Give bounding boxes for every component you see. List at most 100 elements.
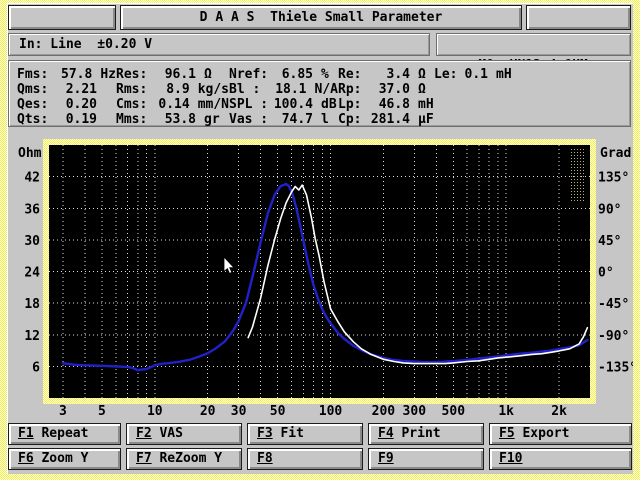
param-value: 0.1 <box>462 67 488 82</box>
param-label: Cms: <box>116 97 149 112</box>
parameter-cell: Fms:57.8Hz <box>17 67 116 82</box>
parameter-cell: Rms:8.9kg/s <box>116 82 229 97</box>
param-label: Cp: <box>338 112 366 127</box>
param-value: 37.0 <box>366 82 410 97</box>
esc-button[interactable]: ESCEnd <box>8 5 116 30</box>
parameter-cell <box>434 82 630 97</box>
fkey-action-label: Repeat <box>34 426 89 441</box>
parameter-cell: Re:3.4Ω <box>338 67 434 82</box>
y-left-axis-title: Ohm <box>18 146 42 161</box>
param-value: 2.21 <box>53 82 97 97</box>
fkey-button-F9[interactable]: F9 <box>368 448 484 470</box>
parameter-row: Qms:2.21Rms:8.9kg/sBl :18.1N/ARp:37.0Ω <box>9 82 630 97</box>
parameter-cell: Res:96.1Ω <box>116 67 229 82</box>
param-value: 74.7 <box>271 112 313 127</box>
fkey-key-label: F4 <box>378 426 394 441</box>
main-panel: ESCEnd D A A S Thiele Small Parameter In… <box>7 3 633 474</box>
fkey-button-F4[interactable]: F4 Print <box>368 423 484 445</box>
y-left-tick-label: 12 <box>24 329 40 344</box>
fkey-button-F8[interactable]: F8 <box>247 448 363 470</box>
fkey-key-label: F7 <box>136 451 152 466</box>
parameter-table: Fms:57.8HzRes:96.1ΩNref:6.85%Re:3.4ΩLe:0… <box>8 60 631 127</box>
fkey-action-label: Zoom Y <box>34 451 89 466</box>
fkey-action-label: VAS <box>152 426 183 441</box>
parameter-cell: Bl :18.1N/A <box>229 82 338 97</box>
param-value: 8.9 <box>149 82 190 97</box>
param-label: Qts: <box>17 112 53 127</box>
x-tick-label: 3 <box>59 404 67 419</box>
fkey-button-F7[interactable]: F7 ReZoom Y <box>126 448 242 470</box>
param-label: SPL : <box>229 97 271 112</box>
model-selector[interactable]: MO: UN12 4 OHM <box>436 33 631 56</box>
x-tick-label: 20 <box>200 404 216 419</box>
parameter-cell: Qts:0.19 <box>17 112 116 127</box>
y-right-tick-label: 0° <box>598 266 614 281</box>
x-tick-label: 500 <box>442 404 466 419</box>
y-left-tick-label: 6 <box>32 360 40 375</box>
fkey-button-F6[interactable]: F6 Zoom Y <box>8 448 121 470</box>
x-tick-label: 200 <box>372 404 396 419</box>
param-value: 96.1 <box>152 67 196 82</box>
param-unit: µF <box>418 112 434 127</box>
param-value: 57.8 <box>51 67 92 82</box>
fkey-key-label: F3 <box>257 426 273 441</box>
fkey-key-label: F1 <box>18 426 34 441</box>
param-label: Qes: <box>17 97 53 112</box>
y-right-tick-label: 135° <box>598 171 629 186</box>
y-left-tick-label: 24 <box>24 266 40 281</box>
window-title: D A A S Thiele Small Parameter <box>120 5 522 30</box>
fkey-action-label: Export <box>515 426 570 441</box>
parameter-cell: Cp:281.4 µF <box>338 112 434 127</box>
input-level-status: In: Line ±0.20 V <box>8 33 430 56</box>
param-label: Le: <box>434 67 462 82</box>
x-tick-label: 10 <box>147 404 163 419</box>
param-value: 6.85 <box>271 67 313 82</box>
parameter-cell <box>434 112 630 127</box>
fkey-key-label: F2 <box>136 426 152 441</box>
param-value: 100.4 <box>271 97 313 112</box>
plot-watermark <box>571 148 586 202</box>
parameter-cell: Lp:46.8 mH <box>338 97 434 112</box>
param-unit: l <box>321 112 329 127</box>
fkey-action-label: Print <box>394 426 441 441</box>
y-right-axis-title: Grad <box>600 146 631 161</box>
param-value: 0.19 <box>53 112 97 127</box>
fkey-action-label: Fit <box>273 426 304 441</box>
parameter-row: Qes:0.20Cms:0.14 mm/NSPL :100.4 dBLp:46.8 m… <box>9 97 630 112</box>
fkey-key-label: F5 <box>499 426 515 441</box>
fkey-key-label: F9 <box>378 451 394 466</box>
fkey-button-F10[interactable]: F10 <box>489 448 632 470</box>
fkey-key-label: F6 <box>18 451 34 466</box>
param-value: 46.8 <box>366 97 410 112</box>
impedance-phase-chart[interactable]: OhmGrad4236302418126135°90°45°0°-45°-90°… <box>7 128 633 422</box>
plot-area[interactable] <box>49 145 590 398</box>
fkey-button-F5[interactable]: F5 Export <box>489 423 632 445</box>
x-tick-label: 5 <box>98 404 106 419</box>
fkey-key-label: F8 <box>257 451 273 466</box>
param-unit: mm/N <box>198 97 229 112</box>
param-unit: dB <box>321 97 337 112</box>
parameter-cell <box>434 97 630 112</box>
param-label: Lp: <box>338 97 366 112</box>
fkey-button-F3[interactable]: F3 Fit <box>247 423 363 445</box>
fkey-button-F2[interactable]: F2 VAS <box>126 423 242 445</box>
param-unit: Ω <box>204 67 212 82</box>
param-label: Mms: <box>116 112 152 127</box>
x-tick-label: 300 <box>403 404 427 419</box>
param-unit: Hz <box>100 67 116 82</box>
fkey-button-F1[interactable]: F1 Repeat <box>8 423 121 445</box>
x-tick-label: 30 <box>231 404 247 419</box>
y-left-tick-label: 42 <box>24 171 40 186</box>
param-value: 53.8 <box>152 112 196 127</box>
chart-panel: OhmGrad4236302418126135°90°45°0°-45°-90°… <box>7 128 633 422</box>
y-left-tick-label: 18 <box>24 297 40 312</box>
param-value: 281.4 <box>366 112 410 127</box>
param-unit: mH <box>418 97 434 112</box>
param-value: 0.14 <box>149 97 190 112</box>
parameter-cell: Mms:53.8gr <box>116 112 229 127</box>
parameter-cell: Qes:0.20 <box>17 97 116 112</box>
y-right-tick-label: -45° <box>598 297 629 312</box>
param-label: Re: <box>338 67 366 82</box>
y-left-tick-label: 36 <box>24 202 40 217</box>
param-label: Rms: <box>116 82 149 97</box>
